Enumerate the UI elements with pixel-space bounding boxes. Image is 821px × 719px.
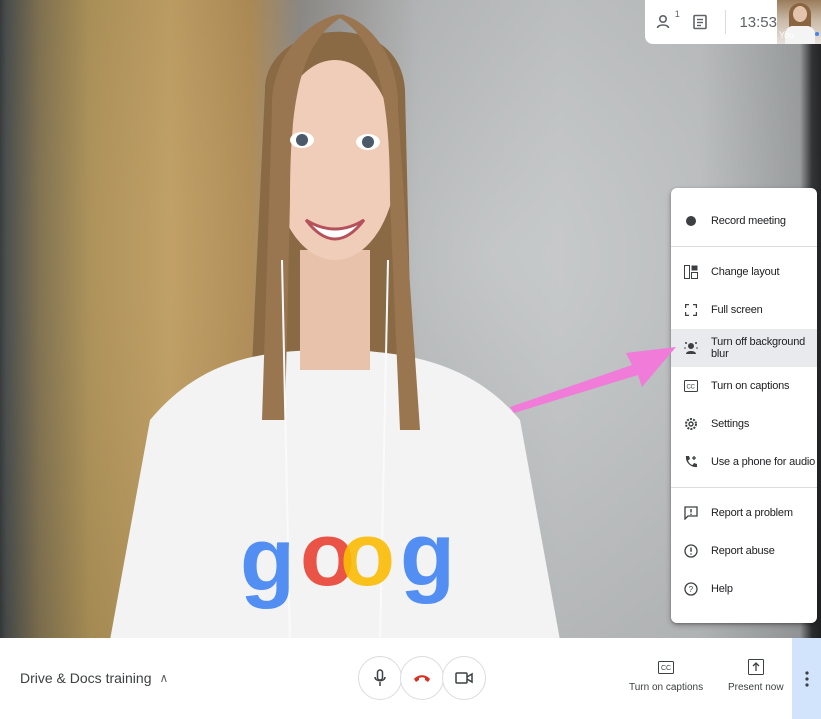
feedback-icon [683,505,699,521]
svg-text:g: g [400,505,455,605]
more-options-menu: Record meeting Change layout Full screen… [671,188,817,623]
more-options-button[interactable] [792,638,821,719]
layout-icon [683,264,699,280]
svg-text:o: o [340,505,395,605]
meeting-info-chip: 1 13:53 [645,0,777,44]
meeting-clock: 13:53 [739,13,777,31]
self-view-label: You [779,30,795,40]
video-camera-icon [455,672,473,684]
captions-label: Turn on captions [629,682,704,693]
chevron-up-icon: ∧ [159,671,169,685]
svg-text:CC: CC [661,665,671,672]
menu-item-help[interactable]: ? Help [671,570,817,608]
meet-window: g o o g 1 13:53 You Record meeting Chang… [0,0,821,719]
microphone-button[interactable] [358,656,402,700]
present-now-label: Present now [728,682,784,693]
help-icon: ? [683,581,699,597]
phone-icon [683,454,699,470]
alert-circle-icon [683,543,699,559]
menu-item-label: Turn off background blur [711,336,806,360]
gear-icon [683,416,699,432]
camera-button[interactable] [442,656,486,700]
captions-button[interactable]: CC Turn on captions [629,658,703,693]
present-screen-icon [747,658,765,676]
self-view-tile[interactable]: You [777,0,821,44]
meeting-title: Drive & Docs training [20,670,152,686]
menu-item-full-screen[interactable]: Full screen [671,291,817,329]
chat-button[interactable] [690,11,711,33]
captions-icon: CC [657,658,675,676]
participants-button[interactable]: 1 [655,9,680,33]
chip-divider [724,10,726,34]
menu-item-label: Help [711,583,733,595]
more-vertical-icon [804,670,809,687]
menu-item-label: Use a phone for audio [711,456,816,468]
menu-item-change-layout[interactable]: Change layout [671,253,817,291]
bottom-control-bar: Drive & Docs training ∧ CC Turn on capti… [0,638,821,719]
menu-divider [671,246,817,247]
menu-item-label: Settings [711,418,750,430]
microphone-icon [374,669,386,686]
menu-item-label: Turn on captions [711,380,790,392]
menu-item-record-meeting[interactable]: Record meeting [671,202,817,240]
hang-up-button[interactable] [400,656,444,700]
hang-up-icon [414,675,430,682]
people-icon [657,14,670,29]
menu-item-captions[interactable]: CC Turn on captions [671,367,817,405]
menu-item-background-blur[interactable]: Turn off background blur [671,329,817,367]
chat-icon [693,14,707,30]
menu-item-label: Record meeting [711,215,786,227]
present-now-button[interactable]: Present now [728,658,784,693]
fullscreen-icon [683,302,699,318]
annotation-arrow-icon [510,347,676,413]
svg-text:g: g [240,510,295,610]
menu-item-label: Report a problem [711,507,793,519]
menu-divider [671,487,817,488]
audio-indicator-icon [815,32,819,36]
menu-item-phone-audio[interactable]: Use a phone for audio [671,443,817,481]
menu-item-settings[interactable]: Settings [671,405,817,443]
menu-item-report-problem[interactable]: Report a problem [671,494,817,532]
record-dot-icon [683,213,699,229]
menu-item-label: Full screen [711,304,763,316]
menu-item-label: Report abuse [711,545,775,557]
menu-item-label: Change layout [711,266,780,278]
svg-text:?: ? [689,585,694,594]
meeting-details-toggle[interactable]: Drive & Docs training ∧ [20,670,168,686]
participants-count: 1 [674,9,680,19]
menu-item-report-abuse[interactable]: Report abuse [671,532,817,570]
